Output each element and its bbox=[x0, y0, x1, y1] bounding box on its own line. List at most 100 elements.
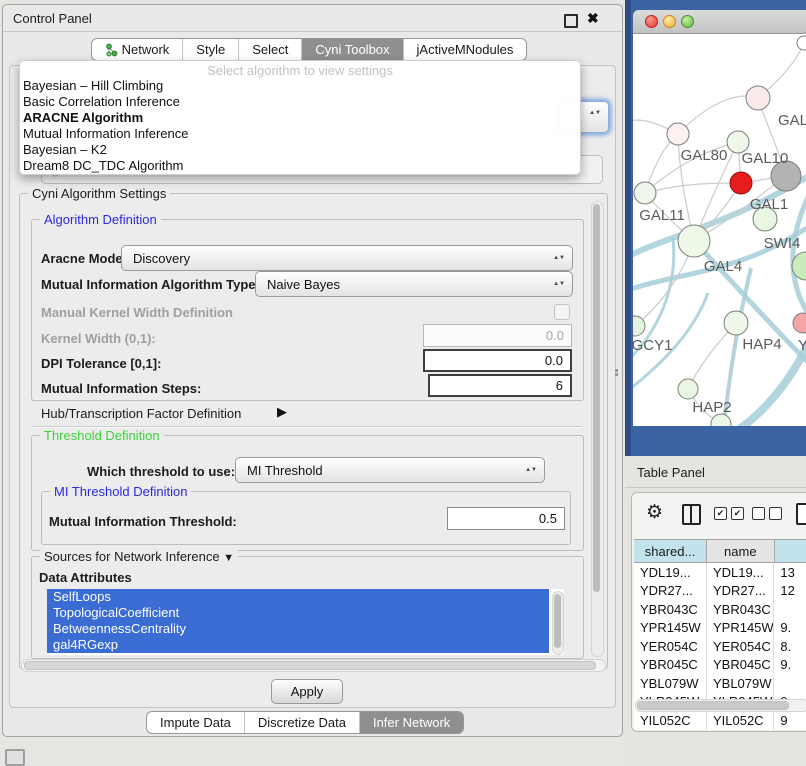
table-cell: YBR043C bbox=[707, 600, 774, 619]
settings-horizontal-scrollbar[interactable] bbox=[21, 659, 606, 672]
minimize-traffic-light-icon[interactable] bbox=[663, 15, 676, 28]
column-header[interactable] bbox=[775, 540, 806, 562]
hub-definition-label[interactable]: Hub/Transcription Factor Definition bbox=[41, 406, 241, 421]
manual-kernel-checkbox[interactable] bbox=[554, 304, 570, 320]
table-cell: YDL19... bbox=[707, 563, 774, 582]
zoom-traffic-light-icon[interactable] bbox=[681, 15, 694, 28]
table-row[interactable]: YBL079WYBL079W bbox=[634, 674, 806, 693]
network-node-gal11[interactable] bbox=[634, 182, 656, 204]
sources-group-title: Sources for Network Inference ▼ bbox=[40, 549, 238, 564]
attribute-list-item[interactable]: TopologicalCoefficient bbox=[47, 605, 549, 621]
kernel-width-field[interactable]: 0.0 bbox=[423, 324, 572, 347]
which-threshold-label: Which threshold to use: bbox=[87, 464, 235, 479]
table-cell: 9 bbox=[774, 711, 806, 730]
table-cell: YIL052C bbox=[634, 711, 707, 730]
aracne-mode-value: Discovery bbox=[133, 251, 190, 266]
table-cell: YBR045C bbox=[707, 656, 774, 675]
tab-jactivemnodules[interactable]: jActiveMNodules bbox=[403, 39, 527, 60]
table-row[interactable]: YDL19...YDL19...13 bbox=[634, 563, 806, 582]
aracne-mode-combo[interactable]: Discovery ▲▼ bbox=[121, 245, 573, 271]
tab-cyni-toolbox[interactable]: Cyni Toolbox bbox=[301, 39, 402, 60]
table-cell: YDR27... bbox=[634, 582, 707, 601]
tab-discretize-data[interactable]: Discretize Data bbox=[244, 712, 359, 733]
tab-select[interactable]: Select bbox=[238, 39, 301, 60]
algorithm-option[interactable]: Bayesian – Hill Climbing bbox=[20, 78, 580, 94]
table-cell: YDL19... bbox=[634, 563, 707, 582]
which-threshold-combo[interactable]: MI Threshold ▲▼ bbox=[235, 457, 545, 483]
table-row[interactable]: YER054CYER054C8. bbox=[634, 637, 806, 656]
algorithm-option[interactable]: ARACNE Algorithm bbox=[20, 110, 580, 126]
data-attributes-list[interactable]: SelfLoopsTopologicalCoefficientBetweenne… bbox=[47, 589, 564, 655]
network-canvas[interactable]: GALGAL80GAL10GAL1GAL11SWI4GAL4GCY1HAP4YH… bbox=[633, 33, 806, 426]
network-node-gal4[interactable] bbox=[678, 225, 710, 257]
combo-arrows-icon: ▲▼ bbox=[525, 467, 537, 473]
tab-impute-data[interactable]: Impute Data bbox=[147, 712, 244, 733]
table-cell: 9. bbox=[774, 656, 806, 675]
table-header-row: shared...name bbox=[634, 539, 806, 563]
network-node-label: GAL4 bbox=[704, 258, 742, 275]
algorithm-option[interactable]: Basic Correlation Inference bbox=[20, 94, 580, 110]
mi-type-combo[interactable]: Naive Bayes ▲▼ bbox=[255, 271, 573, 297]
network-node-y[interactable] bbox=[793, 313, 806, 333]
attribute-list-item[interactable]: BetweennessCentrality bbox=[47, 621, 549, 637]
mi-threshold-label: Mutual Information Threshold: bbox=[49, 514, 237, 529]
page-icon[interactable] bbox=[796, 503, 806, 525]
table-cell: YBL079W bbox=[634, 674, 707, 693]
mi-type-label: Mutual Information Algorithm Type: bbox=[41, 277, 260, 292]
close-icon[interactable]: ✖ bbox=[587, 10, 599, 27]
close-traffic-light-icon[interactable] bbox=[645, 15, 658, 28]
frame-shadow bbox=[625, 0, 631, 456]
minimized-panel-icon[interactable] bbox=[5, 749, 25, 766]
attributes-list-scrollbar[interactable] bbox=[552, 591, 564, 655]
checked-pair-icon[interactable]: ✔✔ bbox=[714, 507, 744, 520]
network-node-hap2[interactable] bbox=[678, 379, 698, 399]
tab-style[interactable]: Style bbox=[182, 39, 238, 60]
table-cell: YBL079W bbox=[707, 674, 774, 693]
table-horizontal-scrollbar[interactable] bbox=[635, 699, 806, 712]
dpi-tolerance-field[interactable]: 0.0 bbox=[423, 349, 572, 372]
mi-threshold-field[interactable]: 0.5 bbox=[447, 507, 565, 530]
column-header-shared[interactable]: shared... bbox=[634, 540, 707, 562]
table-cell: 8. bbox=[774, 637, 806, 656]
table-row[interactable]: YIL052CYIL052C9 bbox=[634, 711, 806, 730]
kernel-width-label: Kernel Width (0,1): bbox=[41, 331, 156, 346]
tab-infer-network[interactable]: Infer Network bbox=[359, 712, 463, 733]
network-node-gal1[interactable] bbox=[730, 172, 752, 194]
network-node-label: HAP4 bbox=[742, 336, 781, 353]
network-icon bbox=[105, 43, 118, 57]
cyni-bottom-tabs: Impute DataDiscretize DataInfer Network bbox=[146, 711, 464, 734]
table-cell: YBR043C bbox=[634, 600, 707, 619]
network-node-gal80[interactable] bbox=[667, 123, 689, 145]
collapsed-arrow-icon[interactable]: ▶ bbox=[277, 404, 287, 420]
which-threshold-value: MI Threshold bbox=[247, 463, 323, 478]
network-node-hap4[interactable] bbox=[724, 311, 748, 335]
columns-icon[interactable] bbox=[682, 504, 701, 525]
algorithm-option[interactable]: Dream8 DC_TDC Algorithm bbox=[20, 158, 580, 174]
float-icon[interactable] bbox=[564, 14, 578, 28]
mi-steps-field[interactable]: 6 bbox=[428, 374, 572, 397]
algorithm-option[interactable]: Bayesian – K2 bbox=[20, 142, 580, 158]
table-row[interactable]: YBR045CYBR045C9. bbox=[634, 656, 806, 675]
table-cell: YER054C bbox=[707, 637, 774, 656]
splitter-handle[interactable] bbox=[613, 368, 620, 377]
tab-network[interactable]: Network bbox=[92, 39, 182, 60]
network-node-gal[interactable] bbox=[746, 86, 770, 110]
attribute-list-item[interactable]: gal4RGexp bbox=[47, 637, 549, 653]
algorithm-option[interactable]: Mutual Information Inference bbox=[20, 126, 580, 142]
mi-type-value: Naive Bayes bbox=[267, 277, 340, 292]
divider bbox=[625, 487, 806, 488]
apply-button[interactable]: Apply bbox=[271, 679, 343, 704]
mi-steps-label: Mutual Information Steps: bbox=[41, 381, 201, 396]
settings-vertical-scrollbar[interactable] bbox=[591, 201, 604, 657]
expanded-arrow-icon[interactable]: ▼ bbox=[223, 552, 234, 564]
gear-icon[interactable]: ⚙ bbox=[646, 501, 663, 524]
unchecked-pair-icon[interactable] bbox=[752, 507, 782, 520]
table-cell: YPR145W bbox=[707, 619, 774, 638]
attribute-list-item[interactable]: SelfLoops bbox=[47, 589, 549, 605]
table-row[interactable]: YPR145WYPR145W9. bbox=[634, 619, 806, 638]
network-node[interactable] bbox=[797, 36, 806, 50]
table-row[interactable]: YBR043CYBR043C bbox=[634, 600, 806, 619]
column-header-name[interactable]: name bbox=[707, 540, 774, 562]
control-panel-tabs: NetworkStyleSelectCyni ToolboxjActiveMNo… bbox=[91, 38, 527, 61]
table-row[interactable]: YDR27...YDR27...12 bbox=[634, 582, 806, 601]
